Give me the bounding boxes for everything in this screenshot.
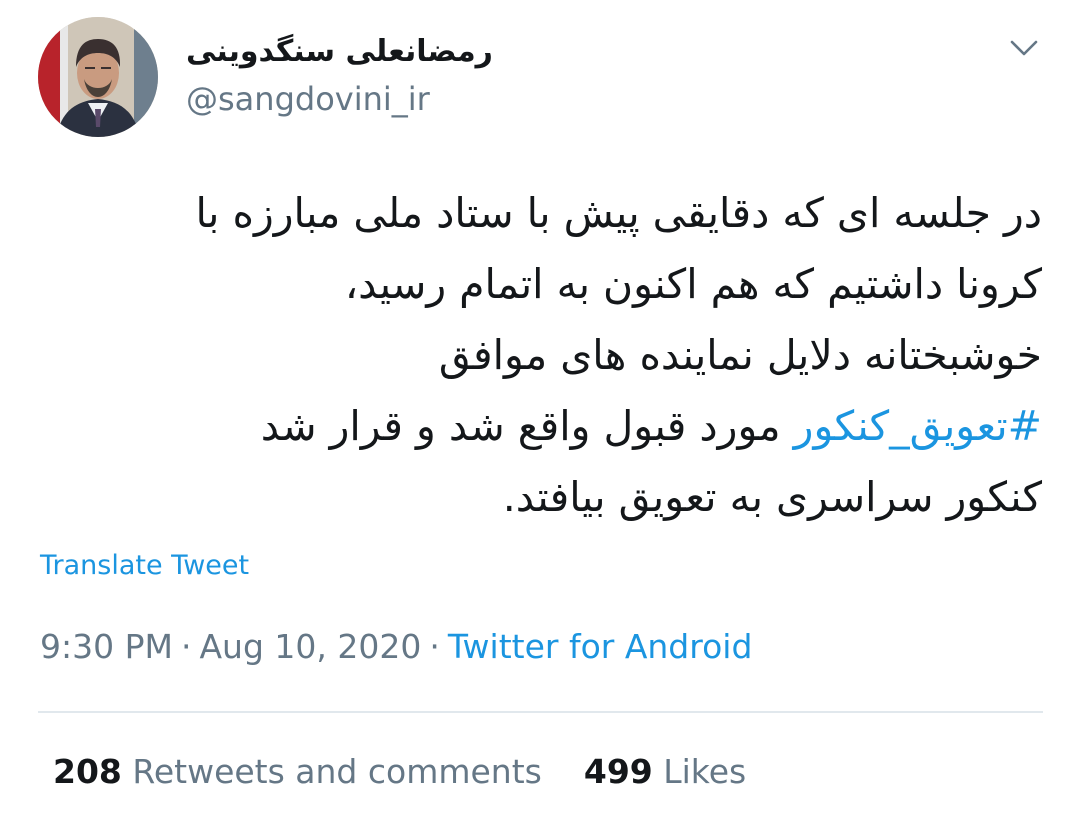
- avatar[interactable]: [38, 17, 158, 137]
- tweet-text-line: کرونا داشتیم که هم اکنون به اتمام رسید،: [344, 260, 1042, 308]
- tweet-time: 9:30 PM: [40, 627, 173, 666]
- tweet-stats: 208 Retweets and comments 499 Likes: [53, 752, 746, 791]
- display-name[interactable]: رمضانعلی سنگدوینی: [186, 34, 493, 69]
- hashtag-link[interactable]: #تعویق_کنکور: [794, 402, 1042, 450]
- likes-stat[interactable]: 499 Likes: [584, 752, 746, 791]
- tweet-date[interactable]: Aug 10, 2020: [199, 627, 421, 666]
- tweet-text: در جلسه ای که دقایقی پیش با ستاد ملی مبا…: [38, 178, 1042, 533]
- tweet-meta: 9:30 PM · Aug 10, 2020 · Twitter for Android: [40, 627, 752, 666]
- meta-separator: ·: [180, 627, 192, 666]
- tweet-text-line: در جلسه ای که دقایقی پیش با ستاد ملی مبا…: [195, 189, 1042, 237]
- tweet: رمضانعلی سنگدوینی @sangdovini_ir در جلسه…: [0, 0, 1080, 833]
- meta-separator: ·: [429, 627, 440, 666]
- user-handle[interactable]: @sangdovini_ir: [186, 80, 430, 118]
- tweet-text-line: خوشبختانه دلایل نماینده های موافق: [438, 331, 1042, 379]
- likes-count: 499: [583, 752, 653, 791]
- avatar-image: [38, 17, 158, 137]
- tweet-source-link[interactable]: Twitter for Android: [448, 627, 753, 666]
- divider: [38, 711, 1043, 713]
- tweet-text-line: کنکور سراسری به تعویق بیافتد.: [502, 473, 1042, 521]
- translate-tweet-link[interactable]: Translate Tweet: [40, 550, 249, 581]
- likes-label: Likes: [663, 752, 747, 791]
- chevron-down-icon[interactable]: [1002, 26, 1046, 70]
- retweets-label: Retweets and comments: [132, 752, 542, 791]
- tweet-text-line: #تعویق_کنکور مورد قبول واقع شد و قرار شد: [38, 391, 1042, 462]
- retweets-stat[interactable]: 208 Retweets and comments: [53, 752, 542, 791]
- tweet-text-segment: مورد قبول واقع شد و قرار شد: [260, 402, 794, 450]
- retweets-count: 208: [53, 752, 122, 791]
